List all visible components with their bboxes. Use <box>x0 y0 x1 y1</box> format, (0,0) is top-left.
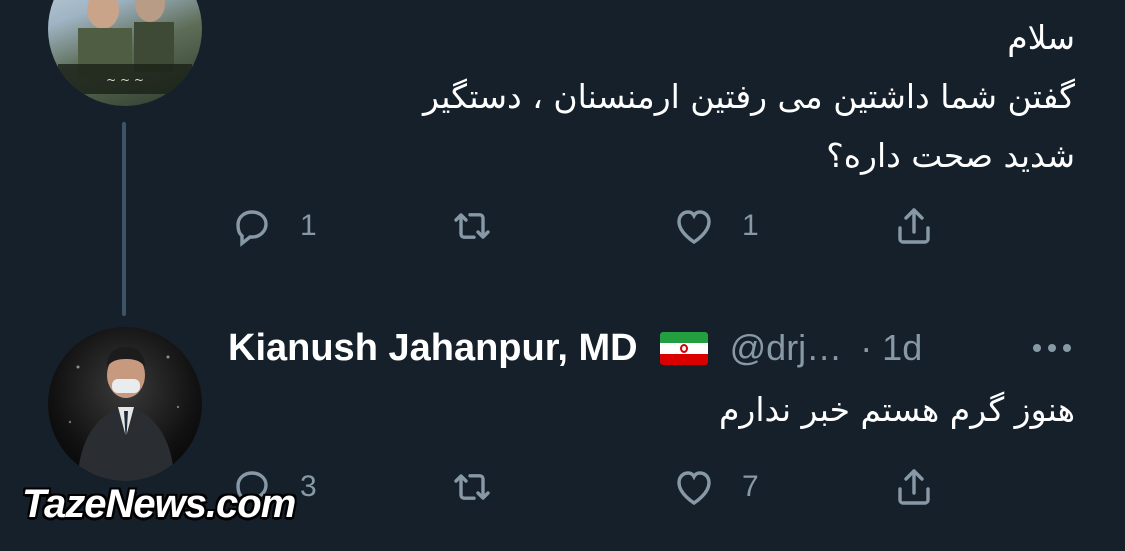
tweet-text: هنوز گرم هستم خبر ندارم <box>719 380 1075 439</box>
retweet-button[interactable] <box>448 202 520 250</box>
thread-line <box>122 122 126 316</box>
tweet-header: Kianush Jahanpur, MD @drj… · 1d <box>228 322 922 374</box>
reply-button[interactable]: 1 <box>228 202 317 250</box>
more-options-button[interactable] <box>1028 330 1076 366</box>
avatar-image: ~ ~ ~ <box>58 0 192 94</box>
reply-count: 3 <box>300 470 317 503</box>
like-button[interactable]: 7 <box>670 463 759 511</box>
like-icon <box>677 210 711 244</box>
iran-flag-icon <box>659 331 708 365</box>
more-icon <box>1033 344 1071 352</box>
tweet-text: سلام گفتن شما داشتین می رفتین ارمنسنان ،… <box>423 8 1075 185</box>
avatar[interactable] <box>48 327 202 481</box>
reply-icon <box>236 210 268 247</box>
tweet-text-line: شدید صحت داره؟ <box>826 136 1075 175</box>
tweet-actions: 1 1 <box>228 202 948 250</box>
svg-text:~ ~ ~: ~ ~ ~ <box>106 73 144 87</box>
tweet-time[interactable]: · 1d <box>860 327 922 369</box>
author-name[interactable]: Kianush Jahanpur, MD <box>228 327 638 370</box>
avatar-image <box>68 347 180 481</box>
watermark: TazeNews.com <box>22 482 296 526</box>
tweet-text-line: گفتن شما داشتین می رفتین ارمنسنان ، دستگ… <box>423 77 1075 116</box>
author-handle[interactable]: @drj… <box>730 327 843 369</box>
reply-count: 1 <box>300 209 317 242</box>
share-button[interactable] <box>890 202 938 250</box>
retweet-icon <box>454 213 490 239</box>
like-count: 1 <box>742 209 759 242</box>
like-count: 7 <box>742 470 759 503</box>
avatar[interactable]: ~ ~ ~ <box>48 0 202 106</box>
retweet-icon <box>454 474 490 500</box>
share-icon <box>898 469 930 505</box>
share-button[interactable] <box>890 463 938 511</box>
tweet-text-line: سلام <box>1007 18 1075 57</box>
tweet-actions: 3 7 <box>228 463 948 511</box>
share-icon <box>898 208 930 244</box>
tweet-text-line: هنوز گرم هستم خبر ندارم <box>718 390 1075 429</box>
retweet-button[interactable] <box>448 463 520 511</box>
like-button[interactable]: 1 <box>670 202 759 250</box>
like-icon <box>677 471 711 505</box>
